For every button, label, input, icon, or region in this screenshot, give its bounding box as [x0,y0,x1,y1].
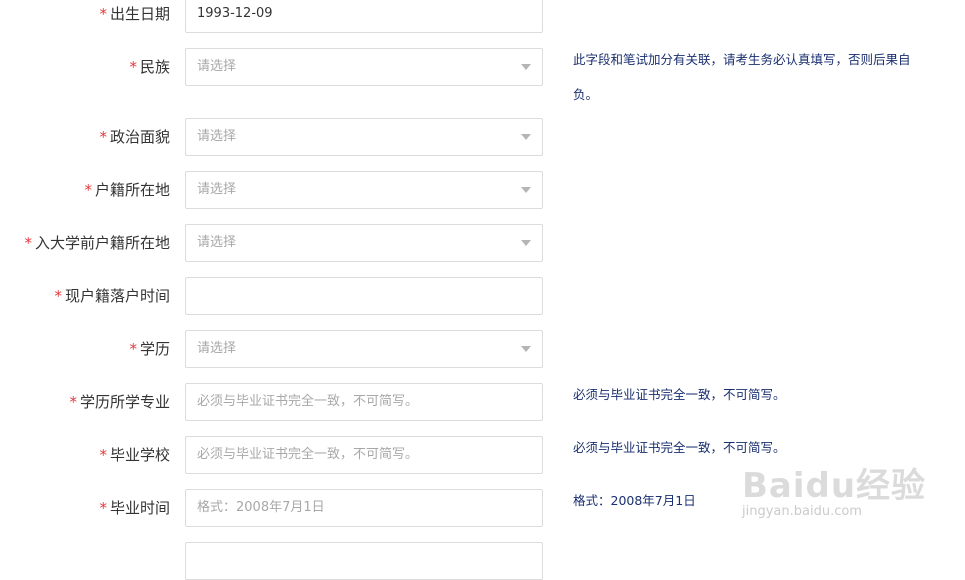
watermark-brand: Baidu经验 [742,466,927,506]
required-mark: * [84,181,92,199]
chevron-down-icon [521,64,531,70]
required-mark: * [54,287,62,305]
chevron-down-icon [521,240,531,246]
graduation-date-label: * 毕业时间 [99,499,170,517]
school-input[interactable]: 必须与毕业证书完全一致，不可简写。 [185,436,543,474]
chevron-down-icon [521,346,531,352]
school-hint: 必须与毕业证书完全一致，不可简写。 [573,440,786,455]
chevron-down-icon [521,134,531,140]
ethnicity-label: * 民族 [129,58,170,76]
household-registration-select[interactable]: 请选择 [185,171,543,209]
pre-university-registration-select[interactable]: 请选择 [185,224,543,262]
ethnicity-hint: 此字段和笔试加分有关联，请考生务必认真填写，否则后果自 [573,52,911,67]
ethnicity-placeholder: 请选择 [197,59,237,74]
pre-university-registration-placeholder: 请选择 [197,235,237,250]
watermark-url: jingyan.baidu.com [742,504,862,519]
major-hint: 必须与毕业证书完全一致，不可简写。 [573,387,786,402]
political-status-placeholder: 请选择 [197,129,237,144]
political-status-select[interactable]: 请选择 [185,118,543,156]
education-label: * 学历 [129,340,170,358]
education-select[interactable]: 请选择 [185,330,543,368]
required-mark: * [24,234,32,252]
school-placeholder: 必须与毕业证书完全一致，不可简写。 [197,447,419,462]
registration-date-label: * 现户籍落户时间 [54,287,170,305]
required-mark: * [99,446,107,464]
graduation-date-hint: 格式：2008年7月1日 [573,493,696,508]
household-registration-placeholder: 请选择 [197,182,237,197]
school-label: * 毕业学校 [99,446,170,464]
birth-date-label: * 出生日期 [99,5,170,23]
graduation-date-input[interactable]: 格式：2008年7月1日 [185,489,543,527]
major-input[interactable]: 必须与毕业证书完全一致，不可简写。 [185,383,543,421]
next-input-partial[interactable] [185,542,543,580]
education-placeholder: 请选择 [197,341,237,356]
required-mark: * [69,393,77,411]
chevron-down-icon [521,187,531,193]
ethnicity-hint-continued: 负。 [573,87,599,102]
birth-date-value: 1993-12-09 [197,6,273,21]
birth-date-input[interactable]: 1993-12-09 [185,0,543,33]
graduation-date-placeholder: 格式：2008年7月1日 [197,500,325,515]
required-mark: * [129,58,137,76]
major-placeholder: 必须与毕业证书完全一致，不可简写。 [197,394,419,409]
baidu-jingyan-watermark: Baidu经验 jingyan.baidu.com [742,458,957,528]
required-mark: * [99,128,107,146]
ethnicity-select[interactable]: 请选择 [185,48,543,86]
major-label: * 学历所学专业 [69,393,170,411]
registration-date-input[interactable] [185,277,543,315]
political-status-label: * 政治面貌 [99,128,170,146]
pre-university-registration-label: * 入大学前户籍所在地 [24,234,170,252]
household-registration-label: * 户籍所在地 [84,181,170,199]
required-mark: * [129,340,137,358]
required-mark: * [99,5,107,23]
required-mark: * [99,499,107,517]
